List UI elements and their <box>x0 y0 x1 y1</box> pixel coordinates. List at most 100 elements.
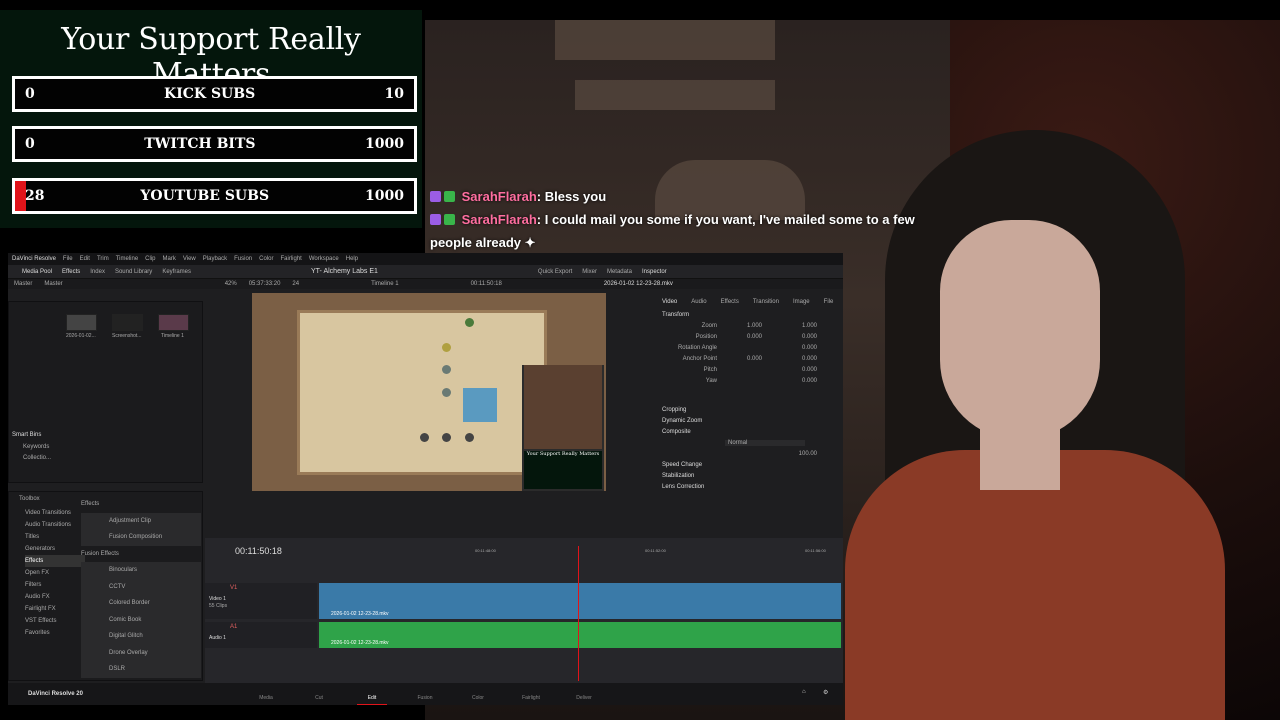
menu-color[interactable]: Color <box>259 256 273 262</box>
row-y[interactable]: 1.000 <box>762 323 817 329</box>
bin-master-2[interactable]: Master <box>44 281 62 287</box>
track-label[interactable]: A1 <box>230 624 237 630</box>
effect-item[interactable]: Digital Glitch <box>81 628 201 645</box>
menu-fusion[interactable]: Fusion <box>234 256 252 262</box>
audio-clip[interactable]: 2026-01-02 12-23-28.mkv <box>319 622 841 648</box>
effects-button[interactable]: Effects <box>62 269 80 275</box>
menu-edit[interactable]: Edit <box>80 256 90 262</box>
opacity-value[interactable]: 100.00 <box>662 451 817 457</box>
page-fairlight[interactable]: Fairlight <box>516 683 546 705</box>
toolbox-item[interactable]: Toolbox <box>19 496 40 502</box>
effect-item[interactable]: Fusion Composition <box>81 529 201 546</box>
page-cut[interactable]: Cut <box>304 683 334 705</box>
home-icon[interactable]: ⌂ <box>802 689 806 695</box>
menu-help[interactable]: Help <box>346 256 358 262</box>
tree-item[interactable]: Titles <box>25 531 85 543</box>
tree-item-selected[interactable]: Effects <box>25 555 85 567</box>
page-edit[interactable]: Edit <box>357 683 387 705</box>
timeline-name[interactable]: Timeline 1 <box>371 281 398 287</box>
section-transform[interactable]: Transform <box>662 309 840 320</box>
tab-effects[interactable]: Effects <box>721 299 739 305</box>
effect-item[interactable]: Colored Border <box>81 595 201 612</box>
tree-item[interactable]: Filters <box>25 579 85 591</box>
mixer-button[interactable]: Mixer <box>582 269 597 275</box>
inspector-row: Anchor Point 0.000 0.000 <box>662 353 840 364</box>
goal-current: 0 <box>25 86 35 102</box>
tree-item[interactable]: Audio FX <box>25 591 85 603</box>
row-x[interactable]: 0.000 <box>717 334 762 340</box>
page-color[interactable]: Color <box>463 683 493 705</box>
section-composite[interactable]: Composite <box>662 426 840 437</box>
smart-bin-keywords[interactable]: Keywords <box>23 444 49 450</box>
timeline-viewer[interactable]: Your Support Really Matters <box>252 293 606 491</box>
menu-file[interactable]: File <box>63 256 73 262</box>
media-pool-button[interactable]: Media Pool <box>22 269 52 275</box>
tab-image[interactable]: Image <box>793 299 810 305</box>
tree-item[interactable]: Open FX <box>25 567 85 579</box>
row-y[interactable]: 0.000 <box>762 345 817 351</box>
menu-view[interactable]: View <box>183 256 196 262</box>
page-deliver[interactable]: Deliver <box>569 683 599 705</box>
version-label: DaVinci Resolve 20 <box>28 691 83 697</box>
bin-master[interactable]: Master <box>14 281 32 287</box>
section-stabilization[interactable]: Stabilization <box>662 470 840 481</box>
tree-item[interactable]: Fairlight FX <box>25 603 85 615</box>
effect-item[interactable]: Adjustment Clip <box>81 512 201 529</box>
section-dynamic-zoom[interactable]: Dynamic Zoom <box>662 415 840 426</box>
tab-file[interactable]: File <box>824 299 834 305</box>
row-y[interactable]: 0.000 <box>762 334 817 340</box>
effect-item[interactable]: Comic Book <box>81 611 201 628</box>
clip-name: 2026-01-02... <box>66 333 96 339</box>
sound-library-button[interactable]: Sound Library <box>115 269 152 275</box>
quick-export-button[interactable]: Quick Export <box>538 269 572 275</box>
smart-bin-collections[interactable]: Collectio... <box>23 455 51 461</box>
tree-item[interactable]: Video Transitions <box>25 507 85 519</box>
tree-item[interactable]: VST Effects <box>25 615 85 627</box>
row-x[interactable]: 0.000 <box>717 356 762 362</box>
effect-item[interactable]: DSLR <box>81 661 201 678</box>
tab-transition[interactable]: Transition <box>753 299 779 305</box>
index-button[interactable]: Index <box>90 269 105 275</box>
page-fusion[interactable]: Fusion <box>410 683 440 705</box>
keyframes-button[interactable]: Keyframes <box>162 269 191 275</box>
clip-thumbnail[interactable] <box>66 314 97 331</box>
tab-video[interactable]: Video <box>662 299 677 305</box>
tab-audio[interactable]: Audio <box>691 299 706 305</box>
ruler-tick: 00:11:48:00 <box>475 548 496 553</box>
composite-mode-select[interactable]: Normal <box>725 439 805 446</box>
metadata-button[interactable]: Metadata <box>607 269 632 275</box>
row-x[interactable]: 1.000 <box>717 323 762 329</box>
effect-item[interactable]: Drone Overlay <box>81 644 201 661</box>
inspector-button[interactable]: Inspector <box>642 269 667 275</box>
section-speed-change[interactable]: Speed Change <box>662 459 840 470</box>
opacity-row: 100.00 <box>662 448 840 459</box>
inspector-panel: Video Audio Effects Transition Image Fil… <box>662 295 840 520</box>
tree-item[interactable]: Favorites <box>25 627 85 639</box>
clip-thumbnail[interactable] <box>112 314 143 331</box>
effect-item[interactable]: Binoculars <box>81 562 201 579</box>
clip-thumbnail[interactable] <box>158 314 189 331</box>
row-y[interactable]: 0.000 <box>762 356 817 362</box>
menu-fairlight[interactable]: Fairlight <box>280 256 301 262</box>
page-media[interactable]: Media <box>251 683 281 705</box>
pip-goals: Your Support Really Matters <box>524 451 602 489</box>
menu-timeline[interactable]: Timeline <box>116 256 138 262</box>
row-y[interactable]: 0.000 <box>762 378 817 384</box>
tree-item[interactable]: Audio Transitions <box>25 519 85 531</box>
gear-icon[interactable]: ⚙ <box>823 689 828 696</box>
menu-playback[interactable]: Playback <box>203 256 227 262</box>
section-lens-correction[interactable]: Lens Correction <box>662 481 840 492</box>
menu-mark[interactable]: Mark <box>163 256 176 262</box>
video-clip[interactable]: 2026-01-02 12-23-28.mkv <box>319 583 841 619</box>
viewer-zoom[interactable]: 42% <box>225 281 237 287</box>
track-label[interactable]: V1 <box>230 585 237 591</box>
playhead[interactable] <box>578 546 579 681</box>
menu-trim[interactable]: Trim <box>97 256 109 262</box>
timeline-panel[interactable]: 00:11:50:18 00:11:48:00 00:11:52:00 00:1… <box>205 538 843 683</box>
row-y[interactable]: 0.000 <box>762 367 817 373</box>
section-cropping[interactable]: Cropping <box>662 404 840 415</box>
menu-workspace[interactable]: Workspace <box>309 256 339 262</box>
effect-item[interactable]: CCTV <box>81 578 201 595</box>
menu-clip[interactable]: Clip <box>145 256 155 262</box>
tree-item[interactable]: Generators <box>25 543 85 555</box>
